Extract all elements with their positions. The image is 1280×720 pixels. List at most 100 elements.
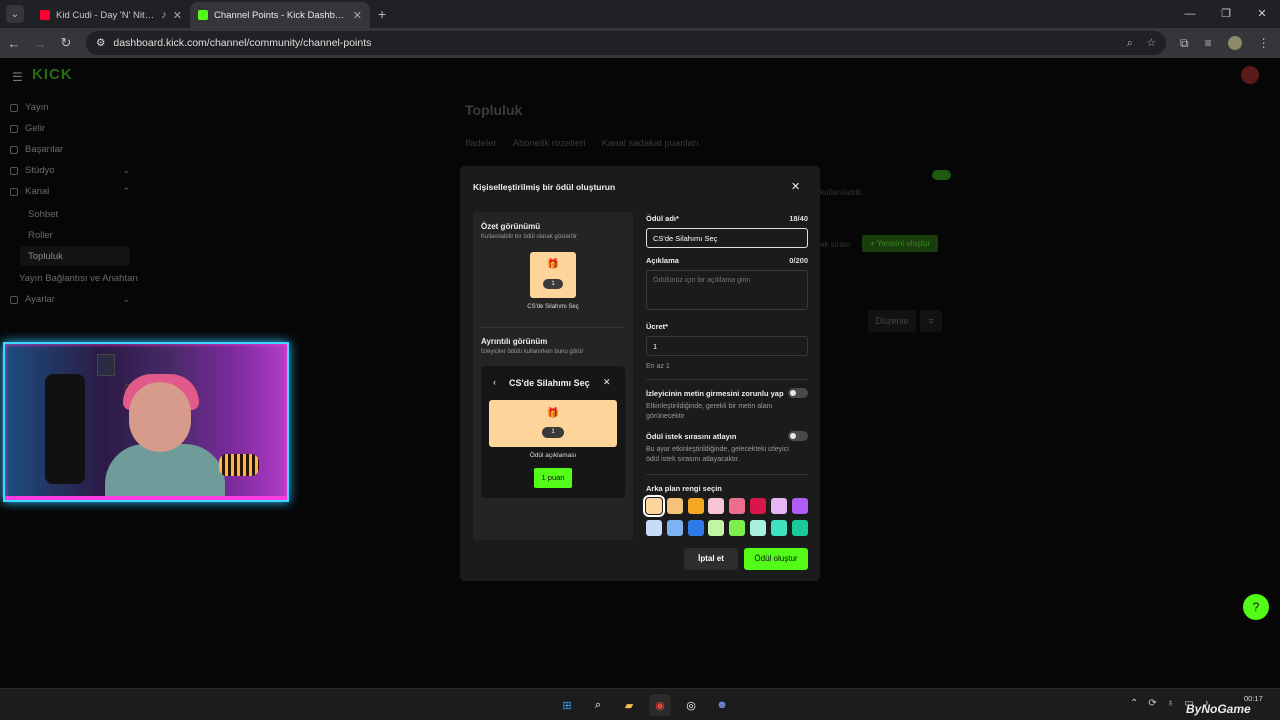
extensions-icon[interactable]: ⧉ (1180, 36, 1189, 51)
windows-start-icon[interactable]: ⊞ (556, 694, 578, 716)
user-avatar[interactable] (1241, 66, 1259, 84)
bookmark-star-icon[interactable]: ☆ (1147, 37, 1156, 50)
new-tab-button[interactable]: + (378, 6, 386, 22)
chevron-down-icon: ⌄ (122, 294, 130, 304)
sidebar-item-basarilar[interactable]: Başarılar (10, 144, 130, 155)
media-icon[interactable]: ≡ (1205, 36, 1212, 50)
channel-watermark: ByNoGame (1186, 702, 1251, 716)
require-text-toggle[interactable] (788, 388, 808, 398)
chevron-left-icon: ‹ (493, 377, 496, 387)
revenue-icon (10, 124, 18, 133)
color-swatch[interactable] (646, 520, 662, 536)
minimize-icon[interactable]: — (1172, 0, 1208, 28)
window-controls: — ❐ ✕ (1172, 0, 1280, 28)
sidebar-item-gelir[interactable]: Gelir (10, 123, 130, 134)
site-info-icon[interactable]: ⚙ (96, 37, 105, 49)
file-explorer-icon[interactable]: ▰ (618, 694, 640, 716)
color-swatch[interactable] (770, 520, 787, 536)
profile-avatar[interactable] (1227, 36, 1242, 50)
color-swatch[interactable] (666, 498, 683, 514)
color-swatch[interactable] (666, 520, 683, 536)
browser-tab-kick[interactable]: Channel Points - Kick Dashboar ✕ (190, 2, 370, 28)
audio-icon[interactable]: ♪ (161, 9, 167, 21)
color-swatch[interactable] (708, 498, 725, 514)
color-swatch[interactable] (791, 520, 808, 536)
url-input[interactable]: ⚙ dashboard.kick.com/channel/community/c… (86, 31, 1166, 55)
color-swatch[interactable] (687, 520, 704, 536)
restore-icon[interactable]: ❐ (1208, 0, 1244, 28)
skip-queue-toggle[interactable] (788, 431, 808, 441)
gift-icon: 🎁 (546, 408, 560, 419)
hamburger-icon[interactable]: ☰ (12, 70, 23, 84)
reload-icon[interactable]: ↻ (54, 35, 78, 51)
gear-icon (10, 295, 18, 304)
reward-card-large: 🎁 1 (489, 400, 617, 447)
color-swatch[interactable] (729, 520, 746, 536)
sync-icon[interactable]: ⟳ (1148, 698, 1156, 709)
bg-color-label: Arka plan rengi seçin (646, 484, 722, 493)
sidebar-item-label: Yayın (25, 102, 49, 113)
sidebar-item-label: Stüdyo (25, 165, 55, 176)
close-icon[interactable]: ✕ (791, 180, 800, 193)
color-swatch[interactable] (708, 520, 725, 536)
sidebar-item-yayin[interactable]: Yayın (10, 102, 130, 113)
sidebar-item-label: Kanal (25, 186, 50, 197)
summary-heading: Özet görünümü (481, 222, 541, 231)
cost-label: Ücret* (646, 322, 669, 331)
cost-note: En az 1 (646, 363, 670, 370)
kick-logo[interactable]: KICK (32, 66, 73, 83)
forward-icon[interactable]: → (28, 36, 52, 51)
sidebar-item-topluluk[interactable]: Topluluk (28, 251, 63, 262)
sidebar-item-sohbet[interactable]: Sohbet (28, 209, 58, 220)
tab-search-button[interactable]: ⌄ (6, 5, 24, 23)
discord-icon[interactable]: ☻ (711, 694, 733, 716)
color-swatch[interactable] (749, 520, 766, 536)
color-swatch[interactable] (687, 498, 704, 514)
color-swatch[interactable] (643, 495, 665, 517)
reward-card-small: 🎁 1 (530, 252, 576, 298)
close-tab-icon[interactable]: ✕ (353, 9, 362, 22)
channel-points-toggle[interactable] (932, 170, 951, 180)
create-reward-button[interactable]: Ödül oluştur (744, 548, 808, 570)
obs-icon[interactable]: ◎ (680, 694, 702, 716)
edit-button[interactable]: Düzenle (868, 310, 916, 332)
cost-input[interactable] (646, 336, 808, 356)
chrome-icon[interactable]: ◉ (649, 694, 671, 716)
tab-emotes[interactable]: İfadeler (465, 138, 497, 149)
sidebar-item-studyo[interactable]: Stüdyo ⌄ (10, 165, 130, 176)
tab-title: Channel Points - Kick Dashboar (214, 9, 347, 21)
tab-sub-badges[interactable]: Abonelik rozetleri (513, 138, 586, 149)
browser-tab-youtube[interactable]: Kid Cudi - Day 'N' Nite (Lyri ♪ ✕ (32, 2, 190, 28)
sidebar-item-ayarlar[interactable]: Ayarlar ⌄ (10, 294, 130, 305)
cancel-button[interactable]: İptal et (684, 548, 738, 570)
color-swatch[interactable] (791, 498, 808, 514)
zoom-icon[interactable]: ⌕ (1127, 37, 1133, 50)
more-menu-icon[interactable]: ≡ (920, 310, 942, 332)
lamp (219, 454, 259, 476)
sidebar-item-label: Başarılar (25, 144, 64, 155)
skip-queue-note: Bu ayar etkinleştirildiğinde, gelecektek… (646, 446, 789, 463)
microphone-icon[interactable]: ♁ (1167, 698, 1175, 709)
help-chat-button[interactable]: ? (1243, 594, 1269, 620)
description-textarea[interactable] (646, 270, 808, 310)
sidebar-item-kanal[interactable]: Kanal ⌃ (10, 186, 130, 197)
studio-icon (10, 166, 18, 175)
reward-name-input[interactable] (646, 228, 808, 248)
menu-kebab-icon[interactable]: ⋮ (1258, 36, 1270, 50)
color-swatch[interactable] (749, 498, 766, 514)
close-window-icon[interactable]: ✕ (1244, 0, 1280, 28)
sidebar-item-roller[interactable]: Roller (28, 230, 53, 241)
back-icon[interactable]: ← (2, 36, 26, 51)
tab-channel-points[interactable]: Kanal sadakat puanları (602, 138, 699, 149)
create-new-button[interactable]: + Yenisini oluştur (862, 235, 939, 252)
close-tab-icon[interactable]: ✕ (173, 9, 182, 22)
detail-heading: Ayrıntılı görünüm (481, 337, 548, 346)
windows-taskbar: ⊞ ⌕ ▰ ◉ ◎ ☻ ⌃ ⟳ ♁ ▭ ♪ 00:17 (0, 688, 1280, 720)
require-text-label: İzleyicinin metin girmesini zorunlu yap (646, 389, 784, 398)
reward-cost-badge: 1 (543, 279, 563, 289)
sidebar-item-stream-key[interactable]: Yayın Bağlantısı ve Anahtarı (19, 273, 138, 284)
chevron-up-icon[interactable]: ⌃ (1130, 698, 1138, 709)
search-icon[interactable]: ⌕ (587, 694, 609, 716)
color-swatch[interactable] (729, 498, 746, 514)
color-swatch[interactable] (770, 498, 787, 514)
